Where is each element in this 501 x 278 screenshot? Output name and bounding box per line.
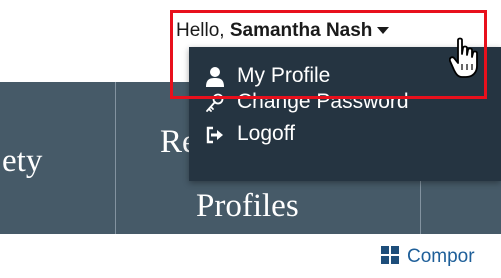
- components-link-label: Compor: [407, 246, 475, 267]
- components-link[interactable]: Compor: [381, 246, 475, 268]
- nav-item-safety[interactable]: ety: [0, 82, 116, 234]
- user-dropdown-menu: My Profile Change Password Logoff: [189, 47, 501, 181]
- menu-item-label: Change Password: [237, 90, 409, 113]
- user-menu-toggle[interactable]: Hello, Samantha Nash: [176, 20, 390, 42]
- nav-item-label: ety: [2, 143, 43, 179]
- logout-icon: [206, 126, 223, 144]
- nav-item-label-line2: Profiles: [196, 188, 299, 224]
- menu-item-logoff[interactable]: Logoff: [189, 120, 501, 150]
- key-icon: [206, 93, 224, 112]
- grid-icon: [381, 246, 399, 264]
- user-name: Samantha Nash: [229, 20, 373, 41]
- menu-item-label: Logoff: [237, 122, 296, 145]
- menu-item-label: My Profile: [237, 64, 331, 87]
- greeting-text: Hello,: [176, 20, 230, 41]
- user-icon: [206, 67, 224, 87]
- menu-item-change-password[interactable]: Change Password: [189, 88, 501, 118]
- caret-down-icon: [377, 27, 390, 35]
